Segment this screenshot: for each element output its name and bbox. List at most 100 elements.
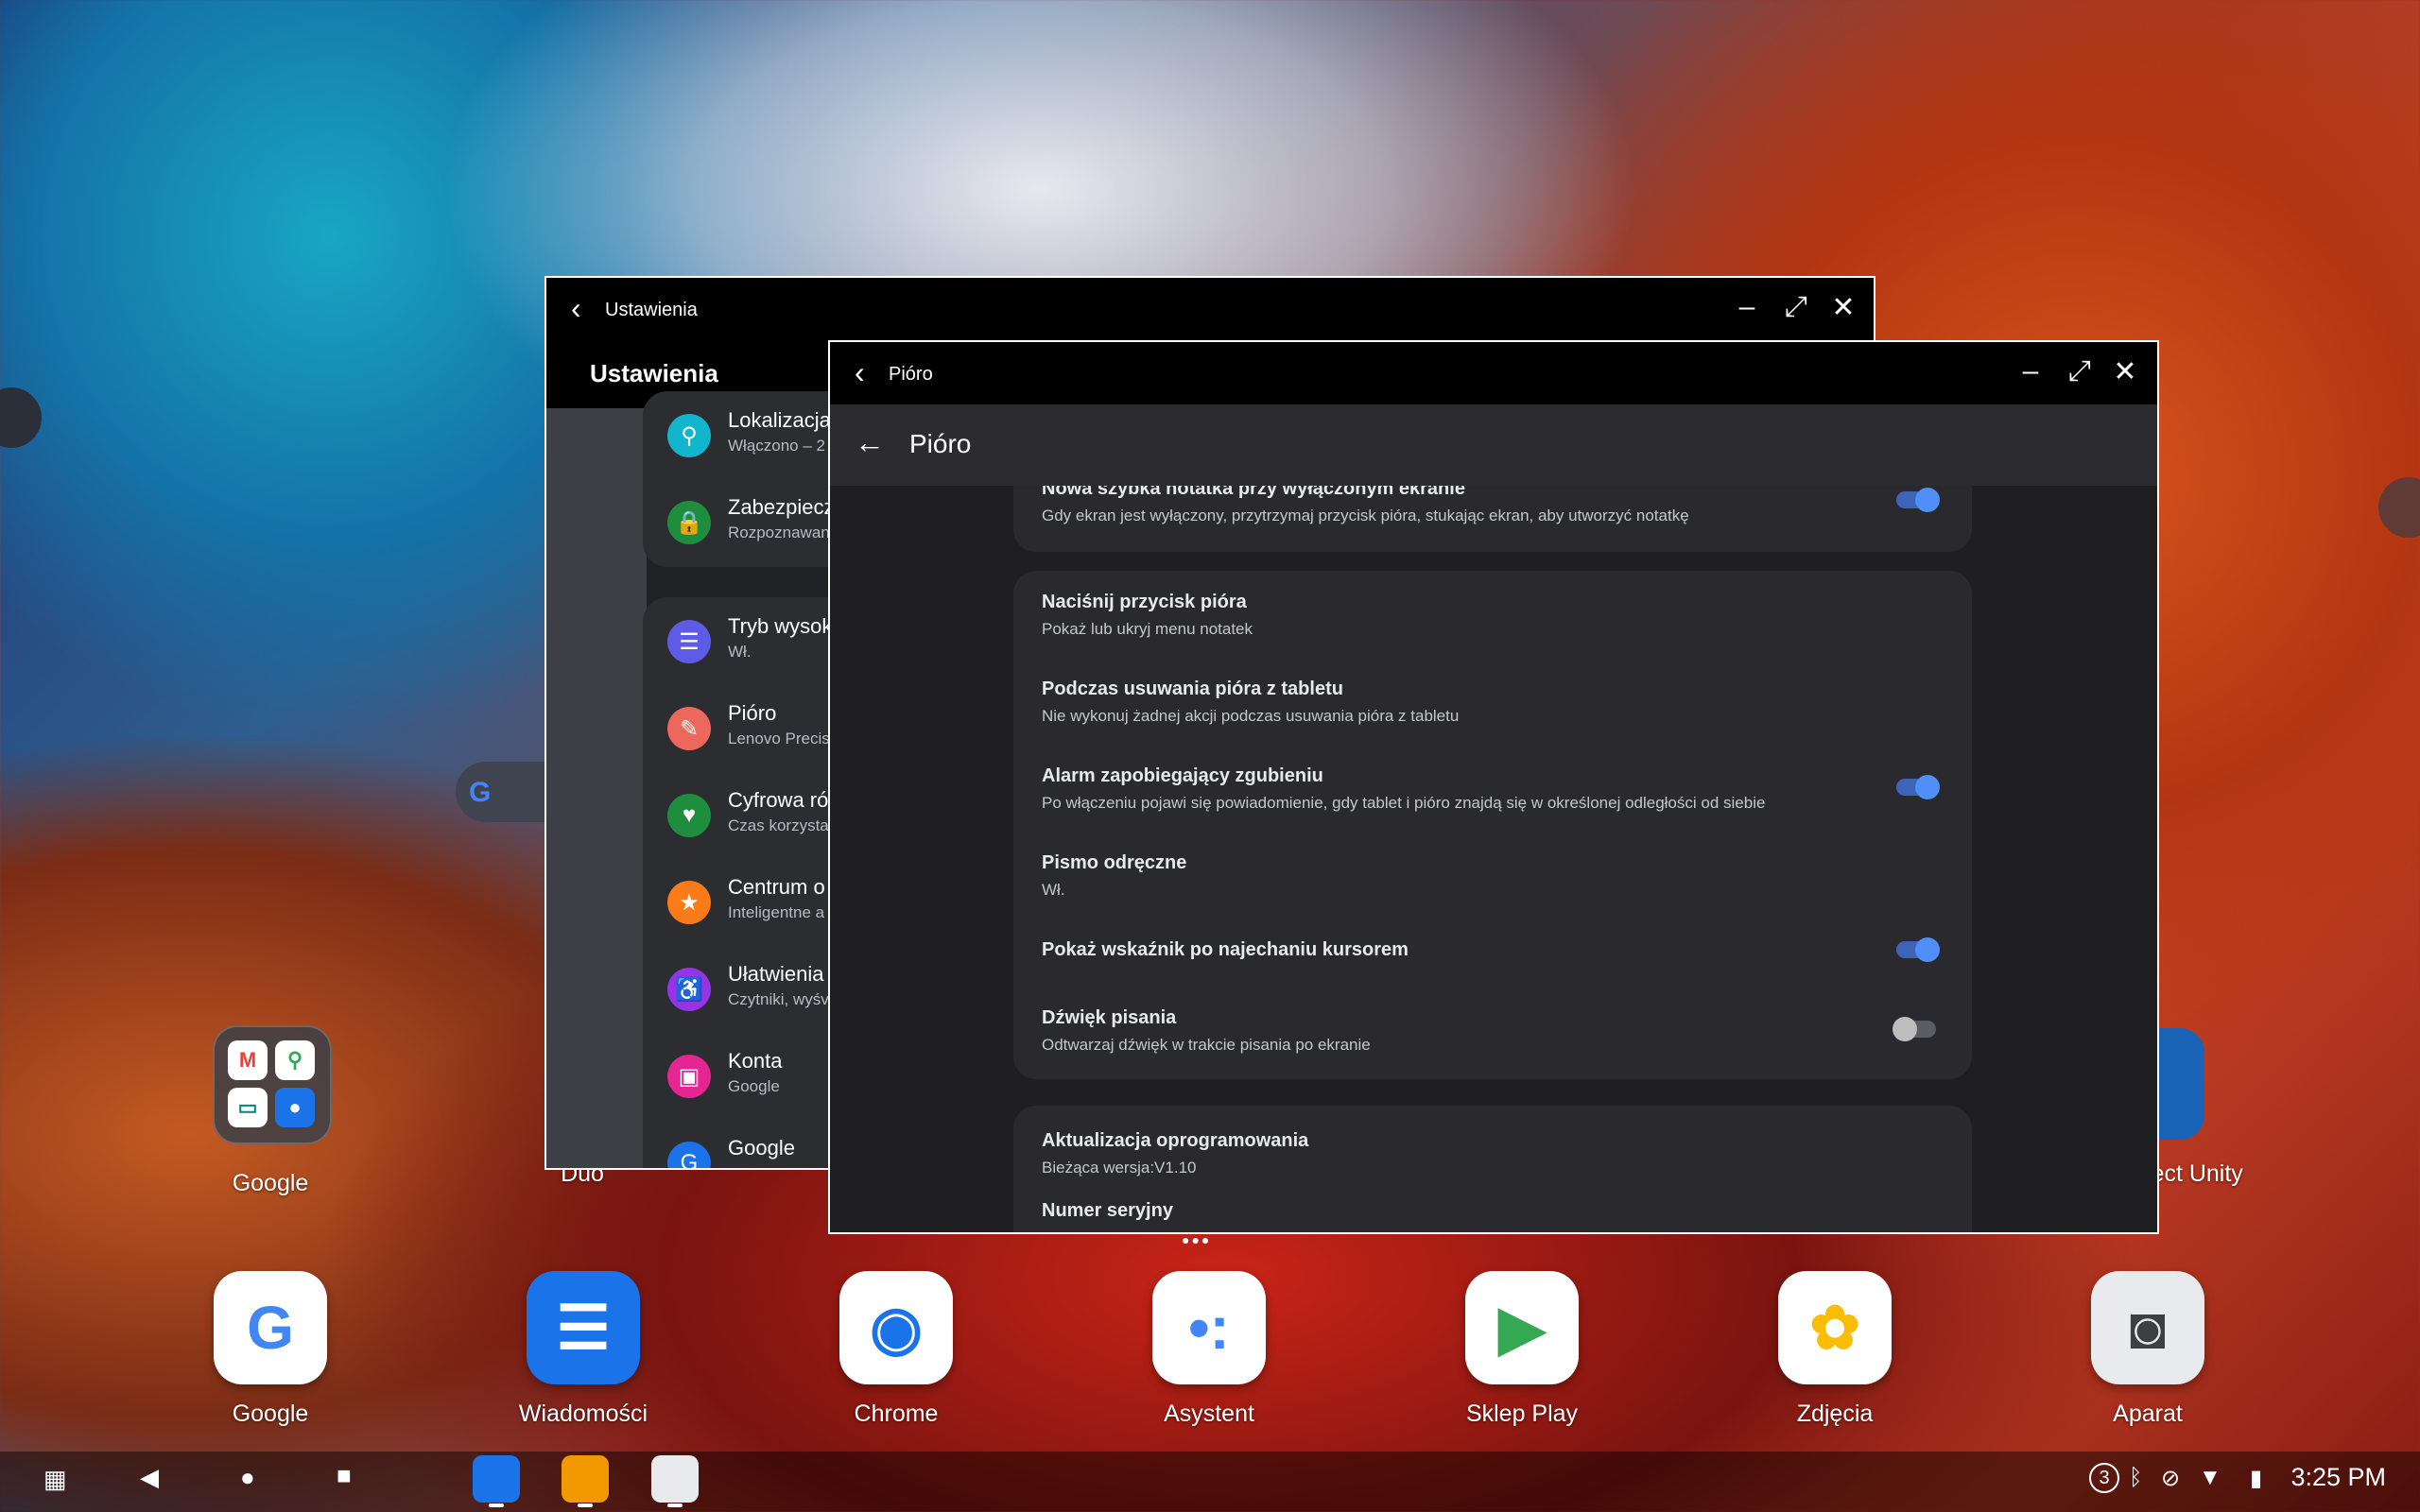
- setting-subtitle: Odtwarzaj dźwięk w trakcie pisania po ek…: [1042, 1036, 1371, 1054]
- dock-photos[interactable]: ✿: [1778, 1271, 1892, 1384]
- pen-settings-window: ‹ Pióro – ⤢ ✕ ← Pióro Nowa szybka notatk…: [828, 340, 2159, 1234]
- item-subtitle: Czas korzysta: [728, 816, 829, 834]
- maximize-icon[interactable]: ⤢: [1779, 291, 1813, 323]
- setting-writing-sound[interactable]: Dźwięk pisania Odtwarzaj dźwięk w trakci…: [1042, 1007, 1944, 1064]
- setting-quick-note-screen-off[interactable]: Nowa szybka notatka przy wyłączonym ekra…: [1042, 486, 1944, 535]
- setting-anti-loss-alarm[interactable]: Alarm zapobiegający zgubieniu Po włączen…: [1042, 765, 1944, 822]
- page-indicator: ●●●: [1182, 1232, 1212, 1247]
- back-arrow-icon[interactable]: ←: [855, 425, 885, 460]
- clock[interactable]: 3:25 PM: [2290, 1463, 2386, 1492]
- item-subtitle: Wł.: [728, 643, 752, 661]
- wifi-icon: ▼: [2199, 1465, 2221, 1490]
- folder-label: Google: [232, 1170, 309, 1196]
- back-chevron-icon[interactable]: ‹: [855, 355, 865, 390]
- dock-google[interactable]: G: [214, 1271, 327, 1384]
- settings-group: Aktualizacja oprogramowania Bieżąca wers…: [1013, 1106, 1972, 1232]
- setting-subtitle: Pokaż lub ukryj menu notatek: [1042, 620, 1253, 638]
- anti-loss-toggle[interactable]: [1896, 775, 1940, 799]
- maps-icon: ⚲: [275, 1040, 315, 1080]
- running-indicator: [667, 1503, 683, 1507]
- setting-serial-number[interactable]: Numer seryjny: [1042, 1200, 1944, 1232]
- lock-icon: 🔒: [667, 501, 711, 544]
- edge-launcher-handle[interactable]: [0, 387, 42, 448]
- window-title: Pióro: [889, 364, 933, 385]
- minimize-icon[interactable]: –: [2014, 355, 2048, 387]
- pen-icon: ✎: [667, 707, 711, 750]
- setting-firmware-update[interactable]: Aktualizacja oprogramowania Bieżąca wers…: [1042, 1130, 1944, 1187]
- setting-subtitle: Gdy ekran jest wyłączony, przytrzymaj pr…: [1042, 507, 1689, 524]
- item-title: Cyfrowa ró: [728, 788, 829, 812]
- dock-label: Zdjęcia: [1796, 1400, 1874, 1427]
- notification-count-badge[interactable]: 3: [2089, 1463, 2119, 1493]
- setting-title: Pismo odręczne: [1042, 852, 1187, 873]
- taskbar-app-wellbeing[interactable]: [562, 1455, 609, 1503]
- dock-label: Asystent: [1164, 1400, 1254, 1427]
- play-store-icon: ▶: [1498, 1294, 1546, 1362]
- messages-icon: ☰: [556, 1294, 611, 1362]
- back-icon[interactable]: ◀: [140, 1463, 159, 1492]
- settings-side-panel: [546, 408, 647, 1168]
- item-title: Centrum o: [728, 875, 825, 899]
- taskbar-app-project-unity[interactable]: [473, 1455, 520, 1503]
- item-title: Tryb wysok: [728, 614, 833, 638]
- item-title: Zabezpiecz: [728, 495, 835, 519]
- list-icon: ☰: [667, 620, 711, 663]
- setting-subtitle: Wł.: [1042, 881, 1065, 899]
- photos-icon: ✿: [1809, 1294, 1860, 1362]
- item-subtitle: Google: [728, 1077, 780, 1095]
- assistant-icon: •:: [1188, 1294, 1230, 1362]
- window-titlebar[interactable]: ‹ Pióro – ⤢ ✕: [830, 342, 2157, 404]
- dock-chrome[interactable]: ◉: [839, 1271, 953, 1384]
- setting-title: Aktualizacja oprogramowania: [1042, 1130, 1309, 1151]
- item-title: Konta: [728, 1049, 783, 1073]
- dock-label: Sklep Play: [1465, 1400, 1579, 1427]
- back-chevron-icon[interactable]: ‹: [571, 291, 581, 326]
- google-folder[interactable]: M ⚲ ▭ ●: [213, 1025, 332, 1144]
- item-title: Ułatwienia: [728, 962, 824, 986]
- pen-settings-list[interactable]: Nowa szybka notatka przy wyłączonym ekra…: [830, 486, 2157, 1232]
- google-search-icon: G: [469, 777, 492, 808]
- home-icon[interactable]: ●: [240, 1463, 255, 1492]
- writing-sound-toggle[interactable]: [1893, 1017, 1936, 1041]
- running-indicator: [489, 1503, 504, 1507]
- dock-label: Aparat: [2113, 1400, 2183, 1427]
- star-icon: ★: [667, 881, 711, 924]
- close-icon[interactable]: ✕: [2108, 355, 2142, 388]
- project-unity-label: ject Unity: [2146, 1160, 2243, 1187]
- search-widget[interactable]: G: [456, 762, 550, 822]
- taskbar-app-settings[interactable]: [651, 1455, 699, 1503]
- hover-pointer-toggle[interactable]: [1896, 937, 1940, 962]
- item-subtitle: Włączono – 2: [728, 437, 825, 455]
- setting-hover-pointer[interactable]: Pokaż wskaźnik po najechaniu kursorem: [1042, 937, 1944, 977]
- setting-title: Podczas usuwania pióra z tabletu: [1042, 679, 1343, 699]
- maximize-icon[interactable]: ⤢: [2063, 355, 2097, 387]
- dock-camera[interactable]: ◙: [2091, 1271, 2204, 1384]
- setting-subtitle: Bieżąca wersja:V1.10: [1042, 1159, 1197, 1177]
- setting-press-pen-button[interactable]: Naciśnij przycisk pióra Pokaż lub ukryj …: [1042, 592, 1944, 648]
- quick-note-toggle[interactable]: [1896, 488, 1940, 512]
- bluetooth-icon: ᛒ: [2129, 1465, 2143, 1490]
- pen-shortcut-handle[interactable]: [2378, 477, 2420, 538]
- setting-title: Naciśnij przycisk pióra: [1042, 592, 1247, 612]
- page-title: Pióro: [909, 429, 972, 458]
- recents-icon[interactable]: ■: [337, 1461, 352, 1490]
- minimize-icon[interactable]: –: [1730, 291, 1764, 323]
- setting-subtitle: Po włączeniu pojawi się powiadomienie, g…: [1042, 794, 1766, 812]
- camera-icon: ◙: [2129, 1294, 2167, 1362]
- dock-assistant[interactable]: •:: [1152, 1271, 1266, 1384]
- window-titlebar[interactable]: ‹ Ustawienia – ⤢ ✕: [546, 278, 1874, 340]
- running-indicator: [578, 1503, 593, 1507]
- dock-messages[interactable]: ☰: [527, 1271, 640, 1384]
- app-bar: ← Pióro: [830, 404, 2157, 486]
- chrome-icon: ◉: [870, 1294, 923, 1362]
- settings-group: Naciśnij przycisk pióra Pokaż lub ukryj …: [1013, 571, 1972, 1079]
- setting-pen-removal[interactable]: Podczas usuwania pióra z tabletu Nie wyk…: [1042, 679, 1944, 735]
- dock-play-store[interactable]: ▶: [1465, 1271, 1579, 1384]
- close-icon[interactable]: ✕: [1826, 291, 1860, 324]
- app-drawer-icon[interactable]: ▦: [43, 1465, 67, 1494]
- item-subtitle: Czytniki, wyśv: [728, 990, 829, 1008]
- setting-title: Nowa szybka notatka przy wyłączonym ekra…: [1042, 486, 1465, 499]
- dock-label: Chrome: [854, 1400, 939, 1427]
- contacts-icon: ●: [275, 1088, 315, 1127]
- setting-handwriting[interactable]: Pismo odręczne Wł.: [1042, 852, 1944, 909]
